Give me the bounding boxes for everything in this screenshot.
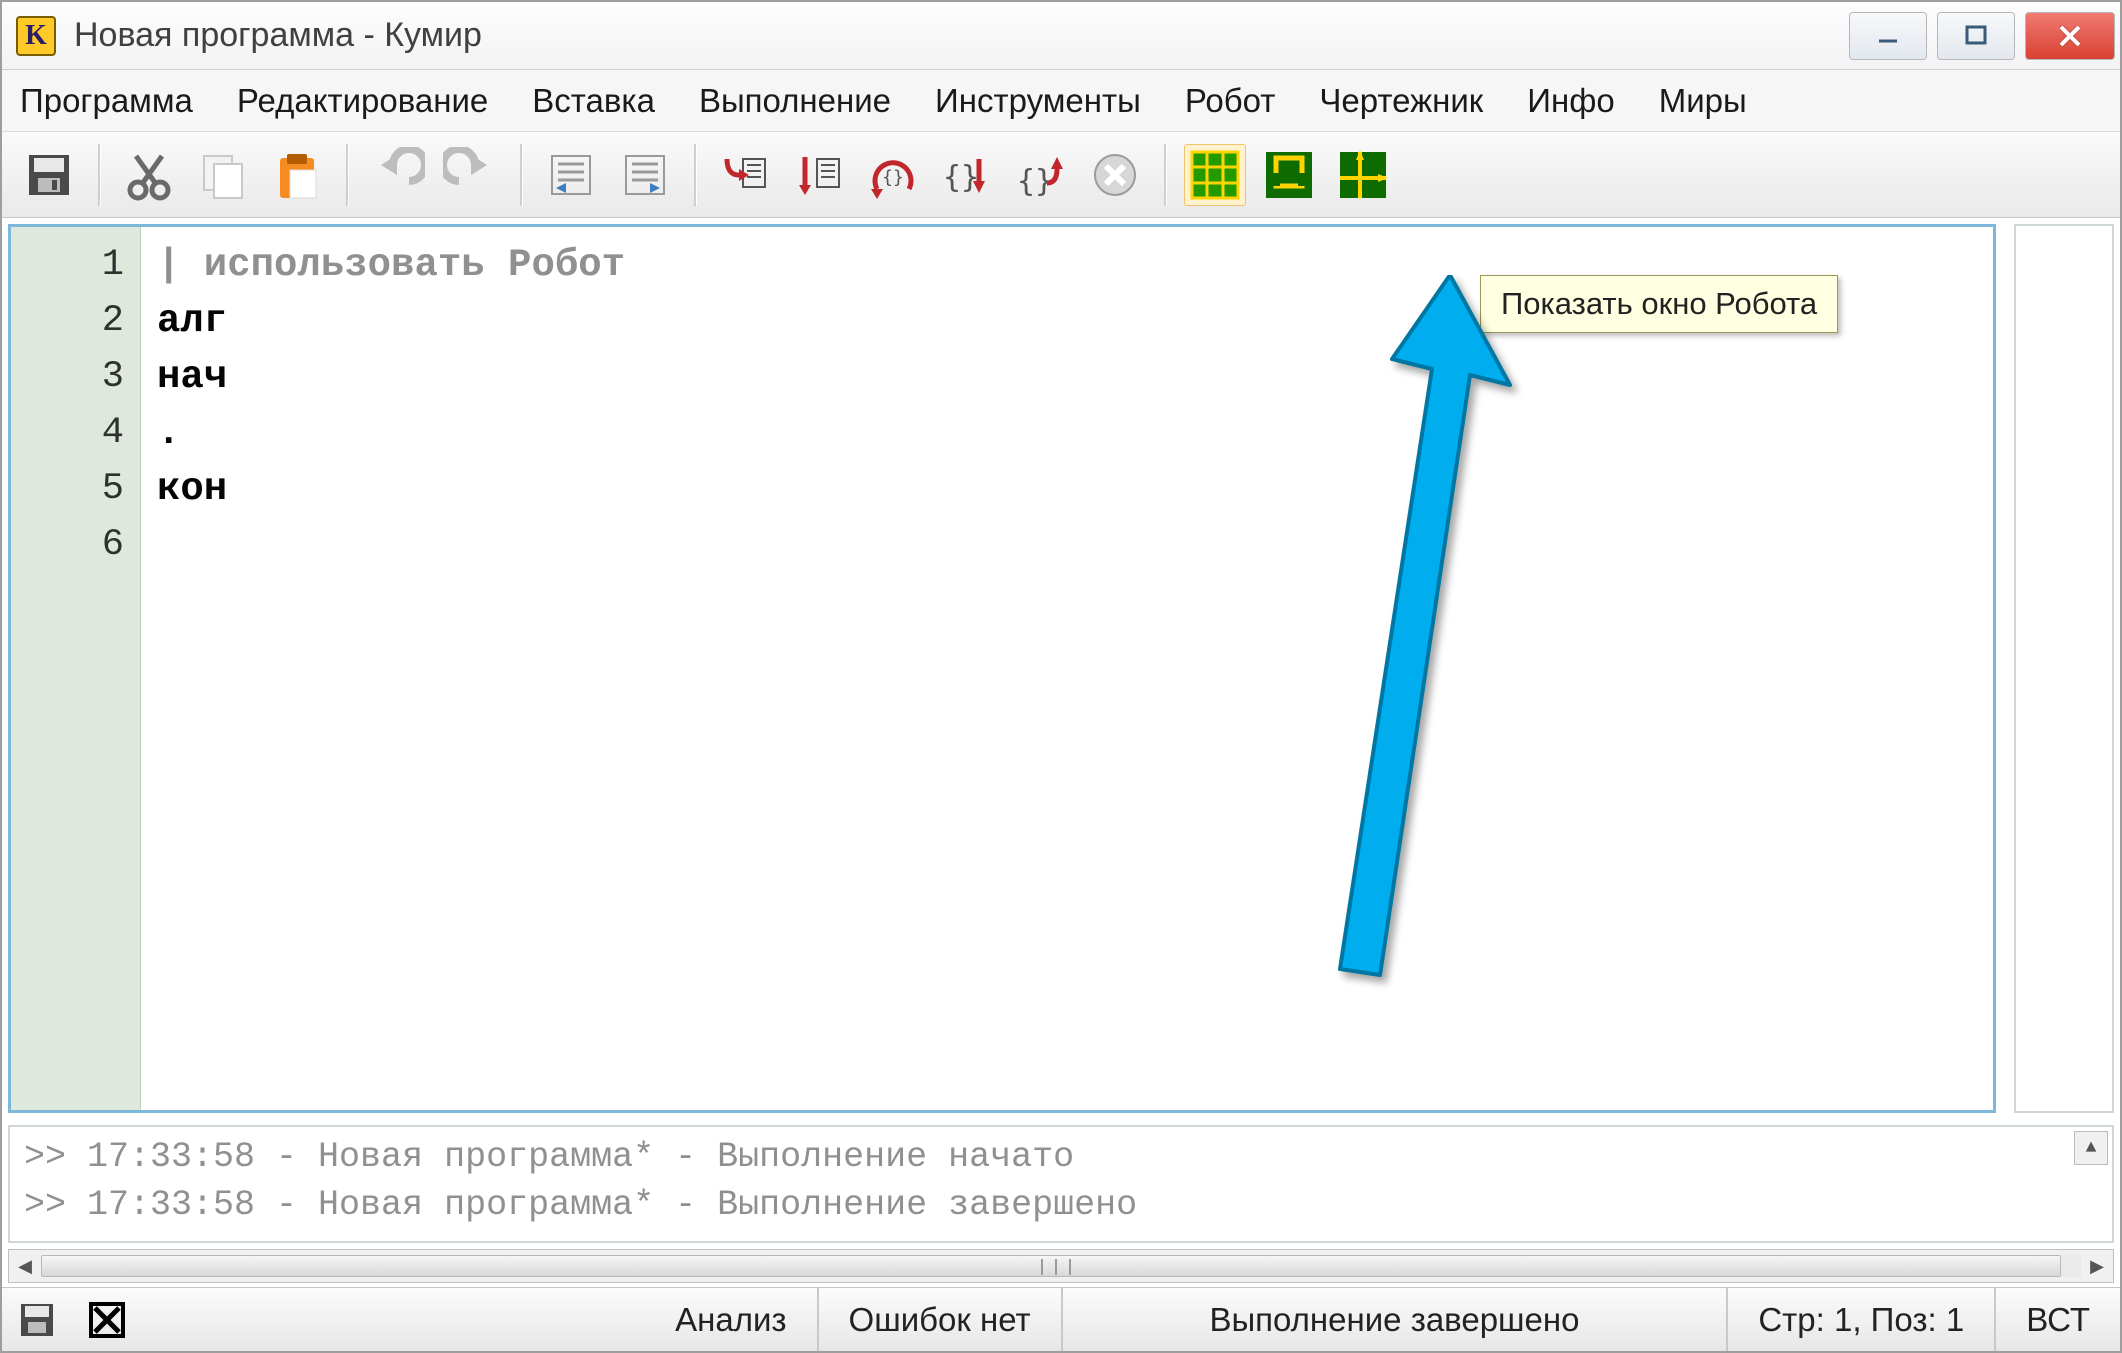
menu-run[interactable]: Выполнение: [699, 82, 891, 120]
line-number: 3: [11, 349, 124, 405]
tooltip: Показать окно Робота: [1480, 275, 1838, 333]
line-number: 5: [11, 461, 124, 517]
outdent-icon[interactable]: [540, 144, 602, 206]
line-number: 6: [11, 517, 124, 573]
copy-icon[interactable]: [192, 144, 254, 206]
menubar: Программа Редактирование Вставка Выполне…: [2, 70, 2120, 132]
menu-tools[interactable]: Инструменты: [935, 82, 1141, 120]
line-number: 2: [11, 293, 124, 349]
app-icon: K: [16, 16, 56, 56]
maximize-button[interactable]: [1937, 12, 2015, 60]
paste-icon[interactable]: [266, 144, 328, 206]
app-window: K Новая программа - Кумир Программа Реда…: [0, 0, 2122, 1353]
menu-program[interactable]: Программа: [20, 82, 193, 120]
robot-window-icon[interactable]: [1184, 144, 1246, 206]
status-clear-icon[interactable]: [82, 1295, 132, 1345]
scroll-thumb[interactable]: [41, 1255, 2061, 1277]
code-line: нач: [157, 349, 1977, 405]
line-number: 4: [11, 405, 124, 461]
menu-draftsman[interactable]: Чертежник: [1319, 82, 1483, 120]
scroll-left-icon[interactable]: ◀: [9, 1250, 41, 1282]
menu-edit[interactable]: Редактирование: [237, 82, 488, 120]
line-gutter: 1 2 3 4 5 6: [11, 227, 141, 1110]
cut-icon[interactable]: [118, 144, 180, 206]
code-line: .: [157, 405, 1977, 461]
console-line: >> 17:33:58 - Новая программа* - Выполне…: [24, 1181, 2098, 1229]
save-icon[interactable]: [18, 144, 80, 206]
redo-icon[interactable]: [440, 144, 502, 206]
status-cursor-pos: Стр: 1, Поз: 1: [1728, 1288, 1996, 1351]
window-title: Новая программа - Кумир: [74, 16, 482, 55]
code-line: кон: [157, 461, 1977, 517]
titlebar: K Новая программа - Кумир: [2, 2, 2120, 70]
status-save-icon[interactable]: [12, 1295, 62, 1345]
step-over-icon[interactable]: [788, 144, 850, 206]
run-to-cursor-icon[interactable]: {}: [936, 144, 998, 206]
svg-text:{}: {}: [943, 160, 979, 195]
editor-panel: 1 2 3 4 5 6 | использовать Робот алг нач…: [8, 224, 1996, 1113]
menu-worlds[interactable]: Миры: [1659, 82, 1747, 120]
scroll-track[interactable]: [41, 1255, 2081, 1277]
stop-icon[interactable]: [1084, 144, 1146, 206]
menu-robot[interactable]: Робот: [1185, 82, 1276, 120]
draftsman-window-icon[interactable]: [1332, 144, 1394, 206]
toolbar: {} {} {}: [2, 132, 2120, 218]
step-out-icon[interactable]: {}: [1010, 144, 1072, 206]
status-analysis: Анализ: [645, 1288, 818, 1351]
menu-insert[interactable]: Вставка: [532, 82, 655, 120]
robot-field-icon[interactable]: [1258, 144, 1320, 206]
undo-icon[interactable]: [366, 144, 428, 206]
indent-icon[interactable]: [614, 144, 676, 206]
code-editor[interactable]: 1 2 3 4 5 6 | использовать Робот алг нач…: [8, 224, 1996, 1113]
scroll-up-icon[interactable]: ▲: [2074, 1131, 2108, 1165]
horizontal-scrollbar[interactable]: ◀ ▶: [8, 1249, 2114, 1283]
console-line: >> 17:33:58 - Новая программа* - Выполне…: [24, 1133, 2098, 1181]
scroll-right-icon[interactable]: ▶: [2081, 1250, 2113, 1282]
run-icon[interactable]: {}: [862, 144, 924, 206]
status-errors: Ошибок нет: [819, 1288, 1063, 1351]
close-button[interactable]: [2025, 12, 2115, 60]
menu-info[interactable]: Инфо: [1527, 82, 1614, 120]
status-insert-mode: ВСТ: [1996, 1288, 2120, 1351]
line-number: 1: [11, 237, 124, 293]
step-into-icon[interactable]: [714, 144, 776, 206]
output-console[interactable]: >> 17:33:58 - Новая программа* - Выполне…: [8, 1125, 2114, 1243]
window-controls: [1844, 12, 2120, 60]
statusbar: Анализ Ошибок нет Выполнение завершено С…: [2, 1287, 2120, 1351]
svg-text:{}: {}: [882, 167, 904, 188]
side-panel: [2014, 224, 2114, 1113]
status-exec: Выполнение завершено: [1063, 1288, 1729, 1351]
code-content[interactable]: | использовать Робот алг нач . кон: [141, 227, 1993, 1110]
work-area: 1 2 3 4 5 6 | использовать Робот алг нач…: [2, 218, 2120, 1119]
minimize-button[interactable]: [1849, 12, 1927, 60]
